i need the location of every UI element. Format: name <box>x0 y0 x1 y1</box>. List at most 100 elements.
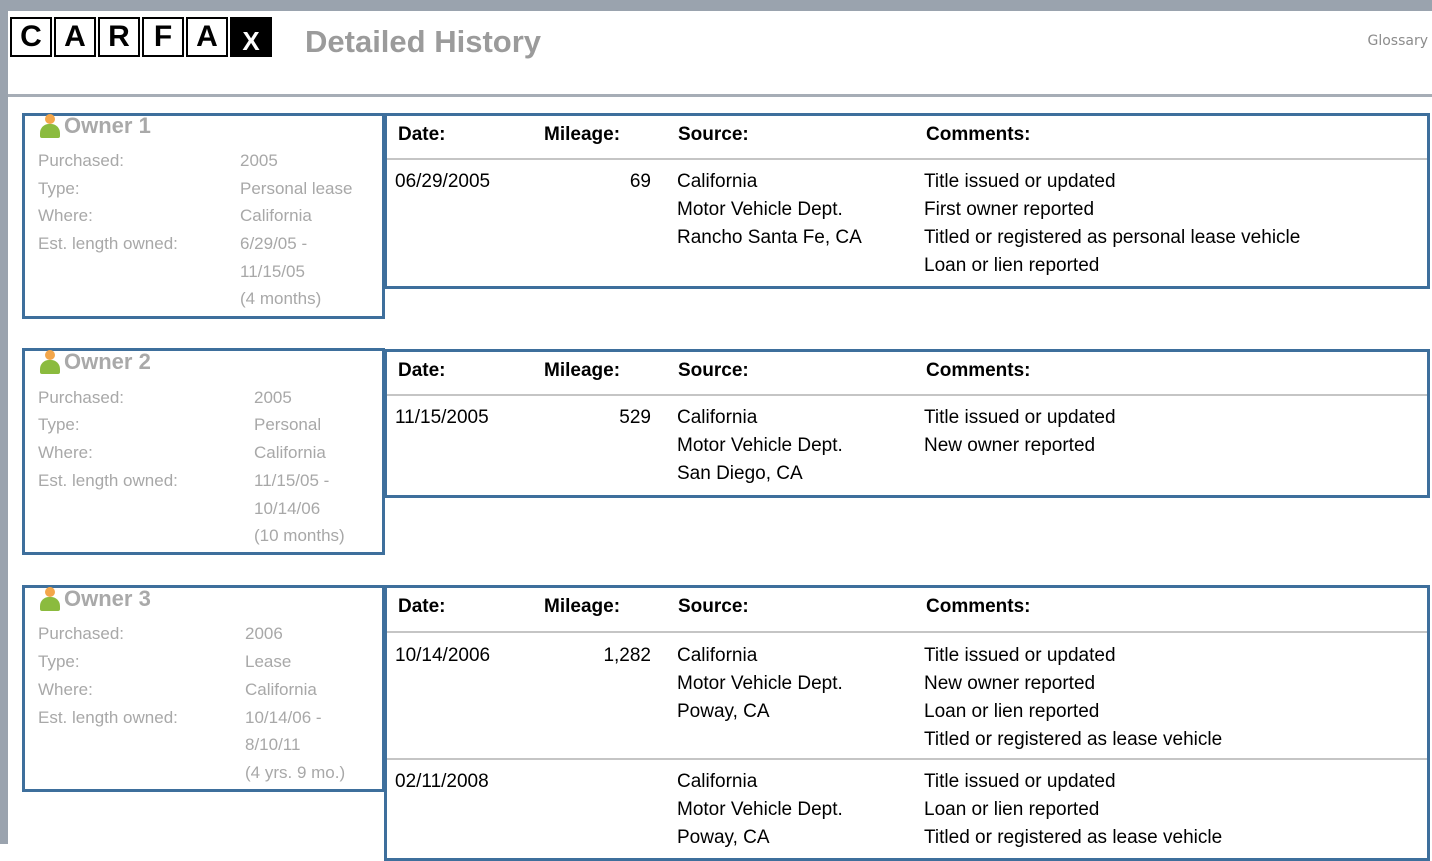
owner-title: Owner 1 <box>64 113 151 138</box>
record-source: Rancho Santa Fe, CA <box>677 227 862 248</box>
record-date: 10/14/2006 <box>395 645 491 666</box>
record-source: Motor Vehicle Dept. <box>677 435 843 456</box>
source-header: Source: <box>678 360 749 381</box>
person-icon <box>38 586 62 612</box>
where-value: California <box>254 443 326 462</box>
record-source: Motor Vehicle Dept. <box>677 199 843 220</box>
where-value: California <box>240 206 312 225</box>
carfax-logo: C A R F A X <box>10 17 274 57</box>
record-comment: Title issued or updated <box>924 407 1116 428</box>
purchased-label: Purchased: <box>38 624 124 643</box>
record-comment: Loan or lien reported <box>924 255 1100 276</box>
history-table: Date: Mileage: Source: Comments: 10/14/2… <box>384 585 1430 861</box>
date-header: Date: <box>398 596 446 617</box>
record-comment: Loan or lien reported <box>924 799 1100 820</box>
person-icon <box>38 113 62 139</box>
owner-heading: Owner 1 <box>38 113 151 139</box>
length-value: (4 yrs. 9 mo.) <box>245 763 346 782</box>
record-source: Motor Vehicle Dept. <box>677 673 843 694</box>
date-header: Date: <box>398 124 446 145</box>
purchased-label: Purchased: <box>38 388 124 407</box>
record-mileage: 69 <box>629 171 651 192</box>
history-table: Date: Mileage: Source: Comments: 06/29/2… <box>384 113 1430 289</box>
length-value: 10/14/06 <box>254 499 321 518</box>
record-mileage: 529 <box>619 407 651 428</box>
type-value: Lease <box>245 652 292 671</box>
owner-heading: Owner 2 <box>38 349 151 375</box>
record-date: 06/29/2005 <box>395 171 491 192</box>
record-source: Poway, CA <box>677 701 770 722</box>
left-frame-bar <box>0 11 8 844</box>
type-value: Personal lease <box>240 179 353 198</box>
logo-letter: C <box>10 17 52 57</box>
record-source: California <box>677 407 758 428</box>
history-table: Date: Mileage: Source: Comments: 11/15/2… <box>384 349 1430 498</box>
record-mileage: 1,282 <box>603 645 651 666</box>
record-comment: Titled or registered as lease vehicle <box>924 827 1223 848</box>
date-header: Date: <box>398 360 446 381</box>
logo-letter: X <box>230 17 272 57</box>
where-value: California <box>245 680 317 699</box>
record-source: California <box>677 171 758 192</box>
comments-header: Comments: <box>926 124 1031 145</box>
length-label: Est. length owned: <box>38 234 178 253</box>
record-source: California <box>677 645 758 666</box>
comments-header: Comments: <box>926 360 1031 381</box>
logo-letter: A <box>54 17 96 57</box>
owner-title: Owner 2 <box>64 349 151 374</box>
length-value: 11/15/05 <box>240 262 305 281</box>
mileage-header: Mileage: <box>544 596 621 617</box>
length-value: (10 months) <box>254 526 345 545</box>
logo-letter: F <box>142 17 184 57</box>
type-value: Personal <box>254 415 322 434</box>
header-separator <box>387 394 1427 396</box>
source-header: Source: <box>678 124 749 145</box>
record-source: Poway, CA <box>677 827 770 848</box>
length-label: Est. length owned: <box>38 471 178 490</box>
type-label: Type: <box>38 179 80 198</box>
record-date: 11/15/2005 <box>395 407 489 428</box>
header-divider <box>8 94 1432 97</box>
source-header: Source: <box>678 596 749 617</box>
purchased-value: 2005 <box>254 388 292 407</box>
record-comment: First owner reported <box>924 199 1095 220</box>
owner-heading: Owner 3 <box>38 586 151 612</box>
record-comment: Titled or registered as personal lease v… <box>924 227 1301 248</box>
record-comment: Title issued or updated <box>924 771 1116 792</box>
length-value: 6/29/05 - <box>240 234 308 253</box>
purchased-value: 2006 <box>245 624 283 643</box>
length-label: Est. length owned: <box>38 708 178 727</box>
length-value: 11/15/05 - <box>254 471 330 490</box>
record-source: California <box>677 771 758 792</box>
purchased-value: 2005 <box>240 151 278 170</box>
logo-letter: A <box>186 17 228 57</box>
record-source: San Diego, CA <box>677 463 803 484</box>
record-separator <box>387 758 1427 760</box>
record-comment: Loan or lien reported <box>924 701 1100 722</box>
length-value: 8/10/11 <box>245 735 301 754</box>
record-comment: Titled or registered as lease vehicle <box>924 729 1223 750</box>
type-label: Type: <box>38 415 80 434</box>
where-label: Where: <box>38 680 93 699</box>
record-comment: Title issued or updated <box>924 171 1116 192</box>
record-comment: New owner reported <box>924 673 1096 694</box>
person-icon <box>38 349 62 375</box>
top-frame-bar <box>0 0 1432 11</box>
record-date: 02/11/2008 <box>395 771 489 792</box>
where-label: Where: <box>38 206 93 225</box>
mileage-header: Mileage: <box>544 360 621 381</box>
header-separator <box>387 631 1427 633</box>
comments-header: Comments: <box>926 596 1031 617</box>
type-label: Type: <box>38 652 80 671</box>
record-comment: New owner reported <box>924 435 1096 456</box>
record-source: Motor Vehicle Dept. <box>677 799 843 820</box>
glossary-link[interactable]: Glossary <box>1367 33 1428 49</box>
length-value: (4 months) <box>240 289 322 308</box>
header-separator <box>387 158 1427 160</box>
logo-letter: R <box>98 17 140 57</box>
record-comment: Title issued or updated <box>924 645 1116 666</box>
page-title: Detailed History <box>305 24 542 59</box>
mileage-header: Mileage: <box>544 124 621 145</box>
where-label: Where: <box>38 443 93 462</box>
length-value: 10/14/06 - <box>245 708 322 727</box>
